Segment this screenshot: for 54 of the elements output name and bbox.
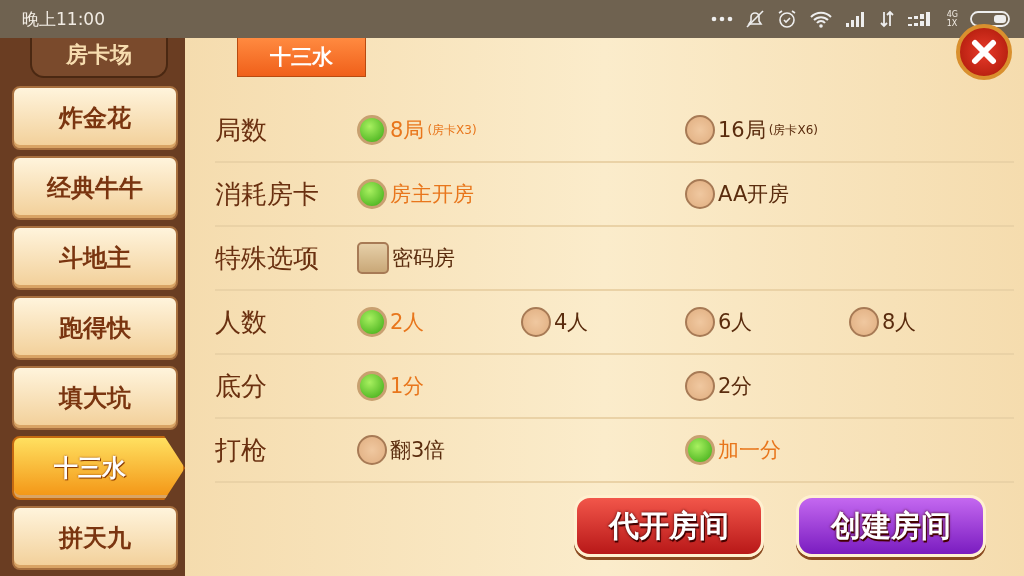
alarm-icon xyxy=(776,9,797,29)
option-note: (房卡X6) xyxy=(768,121,818,139)
setting-label: 底分 xyxy=(215,369,268,403)
close-button[interactable] xyxy=(956,24,1012,80)
game-tab[interactable]: 炸金花 xyxy=(12,86,178,150)
room-button[interactable]: 创建房间 xyxy=(796,495,986,557)
option-label: 4人 xyxy=(554,309,589,336)
radio-button[interactable] xyxy=(685,179,715,209)
setting-label: 打枪 xyxy=(215,433,268,467)
checkbox[interactable] xyxy=(357,242,389,274)
close-icon xyxy=(971,39,997,65)
setting-label: 局数 xyxy=(215,113,268,147)
radio-button[interactable] xyxy=(521,307,551,337)
game-tab[interactable]: 经典牛牛 xyxy=(12,156,178,220)
option-label: AA开房 xyxy=(718,181,790,208)
muted-bell-icon xyxy=(744,9,765,29)
option-label: 密码房 xyxy=(392,245,455,272)
more-icon xyxy=(710,16,733,22)
setting-label: 特殊选项 xyxy=(215,241,320,275)
option-label: 翻3倍 xyxy=(390,437,446,464)
option-label: 16局 xyxy=(718,117,766,144)
option-label: 2人 xyxy=(390,309,425,336)
room-button[interactable]: 代开房间 xyxy=(574,495,764,557)
option-label: 1分 xyxy=(390,373,425,400)
radio-button[interactable] xyxy=(685,435,715,465)
game-tab[interactable]: 斗地主 xyxy=(12,226,178,290)
status-time: 晚上11:00 xyxy=(22,7,105,31)
sidebar-title: 房卡场 xyxy=(29,38,168,78)
game-tab[interactable]: 填大坑 xyxy=(12,366,178,430)
game-tab[interactable]: 拼天九 xyxy=(12,506,178,570)
setting-label: 消耗房卡 xyxy=(215,177,320,211)
option-label: 8局 xyxy=(390,117,425,144)
radio-button[interactable] xyxy=(685,115,715,145)
radio-button[interactable] xyxy=(357,179,387,209)
radio-button[interactable] xyxy=(685,307,715,337)
wifi-icon xyxy=(808,10,833,28)
radio-button[interactable] xyxy=(357,371,387,401)
game-tab[interactable]: 跑得快 xyxy=(12,296,178,360)
network-type: 4G xyxy=(946,10,958,19)
data-arrows-icon xyxy=(878,10,895,28)
radio-button[interactable] xyxy=(849,307,879,337)
radio-button[interactable] xyxy=(357,115,387,145)
option-label: 加一分 xyxy=(718,437,781,464)
option-label: 6人 xyxy=(718,309,753,336)
option-label: 8人 xyxy=(882,309,917,336)
option-note: (房卡X3) xyxy=(427,121,477,139)
option-label: 房主开房 xyxy=(390,181,474,208)
setting-label: 人数 xyxy=(215,305,268,339)
signal-icon xyxy=(844,11,867,27)
radio-button[interactable] xyxy=(357,435,387,465)
option-label: 2分 xyxy=(718,373,753,400)
network-mode: 1X xyxy=(946,19,958,28)
radio-button[interactable] xyxy=(685,371,715,401)
radio-button[interactable] xyxy=(357,307,387,337)
